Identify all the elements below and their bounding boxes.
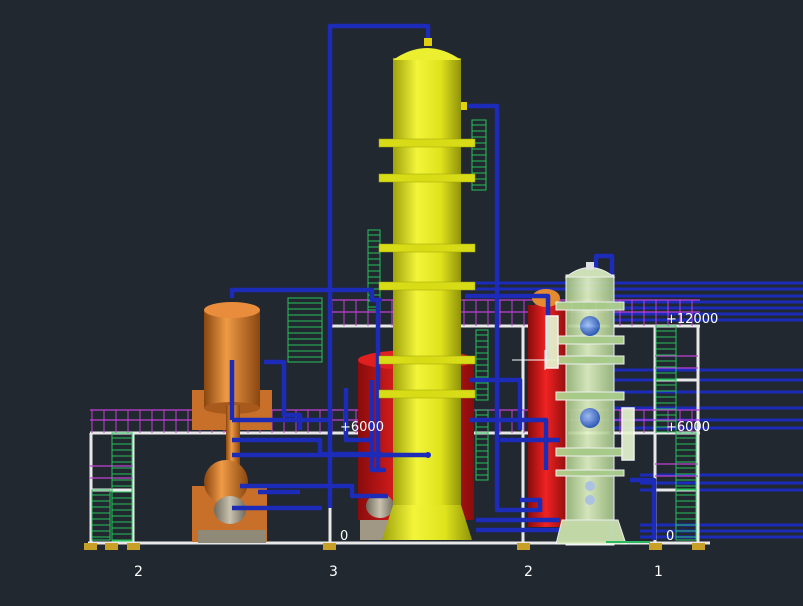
elevation-label-middle-left: +6000 (340, 420, 384, 435)
grid-axis-label: 1 (654, 564, 663, 580)
elevation-label-middle-right: +6000 (666, 420, 710, 435)
elevation-label-ground-left: 0 (340, 529, 348, 544)
grid-axis-label: 2 (524, 564, 533, 580)
grid-axis-label: 3 (329, 564, 338, 580)
plant-elevation-view: +12000 +6000 +6000 0 0 2 3 2 1 (0, 0, 803, 606)
grid-axis-label: 2 (134, 564, 143, 580)
elevation-label-ground-right: 0 (666, 529, 674, 544)
elevation-label-top: +12000 (666, 312, 718, 327)
main-distillation-column (378, 38, 476, 540)
drawing-canvas: +12000 +6000 +6000 0 0 2 3 2 1 (84, 23, 803, 580)
